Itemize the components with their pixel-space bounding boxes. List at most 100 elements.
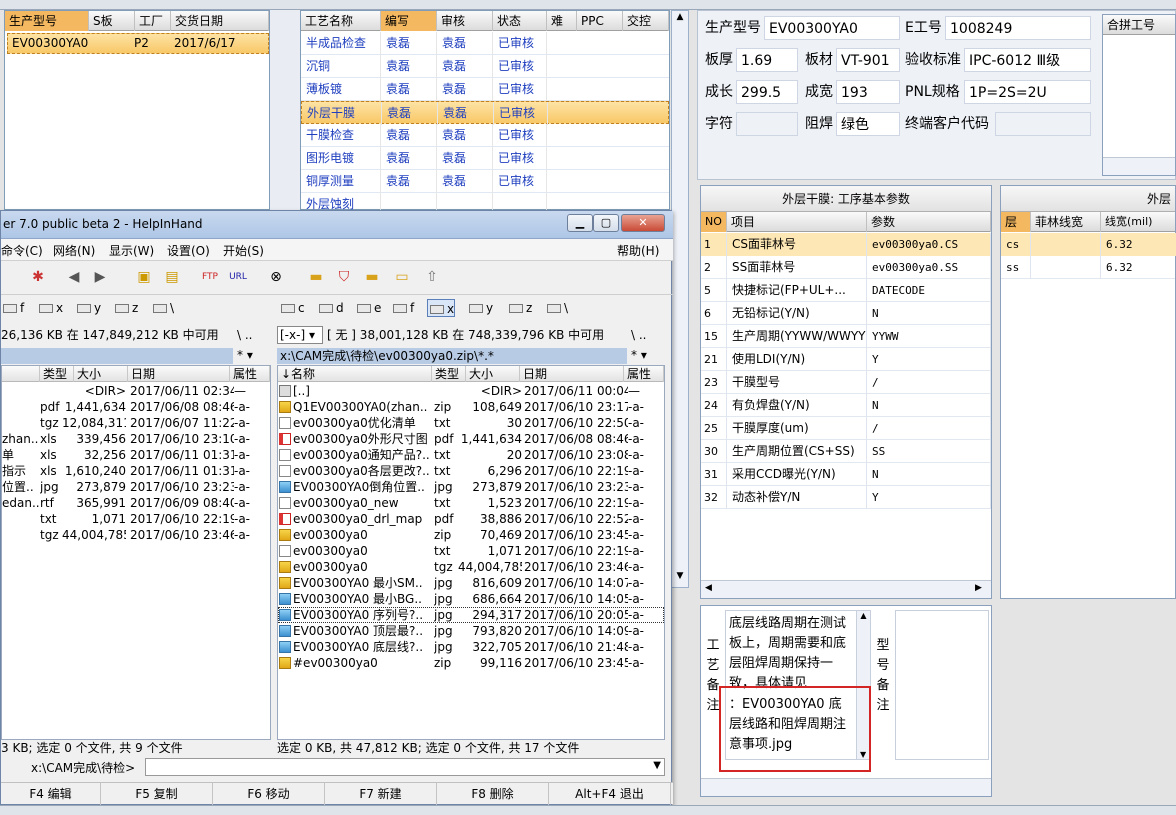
menu-help[interactable]: 帮助(H) (617, 242, 659, 259)
right-drive-z[interactable]: z (507, 299, 532, 317)
right-drive-combo[interactable]: [-x-] ▾ (277, 326, 323, 344)
title-bar[interactable]: er 7.0 public beta 2 - HelpInHand ▁ ▢ ✕ (1, 211, 673, 239)
file-row[interactable]: edan.. rtf 365,991 2017/06/09 08:40 -a- (2, 495, 270, 511)
folder-open-icon[interactable]: ▭ (391, 266, 413, 288)
col-ppc[interactable]: PPC (577, 11, 623, 31)
file-row[interactable]: EV00300YA0 最小SM.. jpg 816,609 2017/06/10 14… (278, 575, 664, 591)
process-row[interactable]: 干膜检查 袁磊 袁磊 已审核 (301, 124, 669, 147)
file-row[interactable]: Q1EV00300YA0(zhan.. zip 108,649 2017/06/10 … (278, 399, 664, 415)
merge-job-list[interactable]: 合拼工号 (1102, 14, 1176, 176)
col-difficulty[interactable]: 难 (547, 11, 577, 31)
right-drive-y[interactable]: y (467, 299, 493, 317)
left-filter[interactable]: * ▾ (237, 348, 271, 362)
file-row[interactable]: ev00300ya0通知产品?.. txt 20 2017/06/10 23:08 -a… (278, 447, 664, 463)
splitter[interactable] (270, 10, 300, 210)
maximize-icon[interactable]: ▢ (593, 214, 619, 232)
close-icon[interactable]: ✕ (621, 214, 665, 232)
file-manager-window[interactable]: er 7.0 public beta 2 - HelpInHand ▁ ▢ ✕ … (0, 210, 673, 805)
left-file-list[interactable]: 类型 大小 日期 属性 <DIR> 2017/06/11 02:34— pdf 1,4… (1, 365, 271, 740)
field-standard[interactable]: IPC-6012 Ⅲ级 (964, 48, 1091, 72)
param-row[interactable]: 25 干膜厚度(um) / (701, 417, 991, 440)
up-dir-icon[interactable]: ⇧ (421, 266, 443, 288)
col-param[interactable]: 参数 (867, 212, 991, 232)
field-pnl[interactable]: 1P=2S=2U (964, 80, 1091, 104)
file-row[interactable]: ev00300ya0 txt 1,071 2017/06/10 22:19 -a- (278, 543, 664, 559)
minimize-icon[interactable]: ▁ (567, 214, 593, 232)
left-drive-y[interactable]: y (75, 299, 101, 317)
left-drive-f[interactable]: f (1, 299, 24, 317)
left-drive-x[interactable]: x (37, 299, 63, 317)
col-s[interactable]: S板 (89, 11, 135, 31)
process-row[interactable]: 铜厚测量 袁磊 袁磊 已审核 (301, 170, 669, 193)
param-row[interactable]: 15 生产周期(YYWW/WWYY) YYWW (701, 325, 991, 348)
line-width-row[interactable]: ss 6.32 (1001, 256, 1175, 279)
folder-icon[interactable]: ▬ (305, 266, 327, 288)
col-writer[interactable]: 编写 (381, 11, 437, 31)
file-row[interactable]: 位置.. jpg 273,879 2017/06/10 23:23 -a- (2, 479, 270, 495)
file-row[interactable]: ev00300ya0 zip 70,469 2017/06/10 23:45 -a- (278, 527, 664, 543)
col-status[interactable]: 状态 (493, 11, 547, 31)
scroll-right-icon[interactable]: ▶ (975, 583, 982, 593)
field-model[interactable]: EV00300YA0 (764, 16, 900, 40)
col-factory[interactable]: 工厂 (135, 11, 171, 31)
star-icon[interactable]: ✱ (27, 266, 49, 288)
col-film-width[interactable]: 菲林线宽 (1031, 212, 1101, 232)
field-customer-code[interactable] (995, 112, 1091, 136)
left-root-button[interactable]: \ .. (237, 325, 267, 345)
file-row[interactable]: [..] <DIR> 2017/06/11 00:04— (278, 383, 664, 399)
param-row[interactable]: 30 生产周期位置(CS+SS) SS (701, 440, 991, 463)
file-row[interactable]: tgz 44,004,785 2017/06/10 23:46 -a- (2, 527, 270, 543)
left-drive-z[interactable]: z (113, 299, 138, 317)
menu-view[interactable]: 显示(W) (109, 242, 154, 259)
right-drive-x[interactable]: x (427, 299, 456, 317)
col-delivery-date[interactable]: 交货日期 (171, 11, 269, 31)
param-row[interactable]: 31 采用CCD曝光(Y/N) N (701, 463, 991, 486)
ftp-icon[interactable]: FTP (199, 266, 221, 288)
pdf-icon[interactable]: ⛉ (333, 266, 355, 288)
process-row[interactable]: 沉铜 袁磊 袁磊 已审核 (301, 55, 669, 78)
file-row[interactable]: EV00300YA0 底层线?.. jpg 322,705 2017/06/10 21… (278, 639, 664, 655)
field-material[interactable]: VT-901 (836, 48, 900, 72)
left-drive-root[interactable]: \ (151, 299, 174, 317)
folder-sync-icon[interactable]: ▬ (361, 266, 383, 288)
field-eno[interactable]: 1008249 (945, 16, 1091, 40)
menu-start[interactable]: 开始(S) (223, 242, 264, 259)
command-input[interactable]: ▼ (145, 758, 665, 776)
binoculars-icon[interactable]: ⊗ (265, 266, 287, 288)
unpack-icon[interactable]: ▤ (161, 266, 183, 288)
chevron-down-icon[interactable]: ▼ (653, 760, 661, 771)
file-row[interactable]: EV00300YA0倒角位置.. jpg 273,879 2017/06/10 23:… (278, 479, 664, 495)
order-list[interactable]: 生产型号 S板 工厂 交货日期 EV00300YA0 P2 2017/6/17 (4, 10, 270, 210)
col-control[interactable]: 交控 (623, 11, 669, 31)
right-drive-e[interactable]: e (355, 299, 381, 317)
param-row[interactable]: 1 CS面菲林号 ev00300ya0.CS (701, 233, 991, 256)
process-list[interactable]: 工艺名称 编写 审核 状态 难 PPC 交控 半成品检查 袁磊 袁磊 已审核 沉铜 袁磊袁… (300, 10, 670, 216)
params-horizontal-scrollbar[interactable]: ◀ ▶ (701, 580, 991, 598)
vertical-scrollbar[interactable]: ▲ ▼ (671, 10, 689, 588)
pack-icon[interactable]: ▣ (133, 266, 155, 288)
col-model[interactable]: 生产型号 (5, 11, 89, 31)
file-row[interactable]: 指示 xls 1,610,240 2017/06/11 01:31 -a- (2, 463, 270, 479)
file-row[interactable]: ev00300ya0_new txt 1,523 2017/06/10 22:19 -a… (278, 495, 664, 511)
param-row[interactable]: 21 使用LDI(Y/N) Y (701, 348, 991, 371)
horizontal-scrollbar[interactable] (1103, 157, 1175, 175)
param-row[interactable]: 32 动态补偿Y/N Y (701, 486, 991, 509)
f5-copy-button[interactable]: F5 复制 (101, 783, 213, 805)
file-row[interactable]: pdf 1,441,634 2017/06/08 08:46 -a- (2, 399, 270, 415)
process-row[interactable]: 半成品检查 袁磊 袁磊 已审核 (301, 32, 669, 55)
f8-delete-button[interactable]: F8 删除 (437, 783, 549, 805)
process-row[interactable]: 外层干膜 袁磊 袁磊 已审核 (301, 101, 669, 125)
col-process-name[interactable]: 工艺名称 (301, 11, 381, 31)
order-row[interactable]: EV00300YA0 P2 2017/6/17 (7, 33, 269, 54)
notes-horizontal-scrollbar[interactable] (701, 778, 991, 796)
param-row[interactable]: 5 快捷标记(FP+UL+... DATECODE (701, 279, 991, 302)
right-drive-c[interactable]: c (279, 299, 305, 317)
col-line-width[interactable]: 线宽(mil) (1101, 212, 1176, 232)
menu-command[interactable]: 命令(C) (1, 242, 43, 259)
field-soldermask[interactable]: 绿色 (836, 112, 900, 136)
file-row[interactable]: ev00300ya0各层更改?.. txt 6,296 2017/06/10 22:1… (278, 463, 664, 479)
line-width-row[interactable]: cs 6.32 (1001, 233, 1176, 256)
alt-f4-exit-button[interactable]: Alt+F4 退出 (549, 783, 671, 805)
right-filter[interactable]: * ▾ (631, 348, 665, 362)
back-icon[interactable]: ◀ (63, 266, 85, 288)
